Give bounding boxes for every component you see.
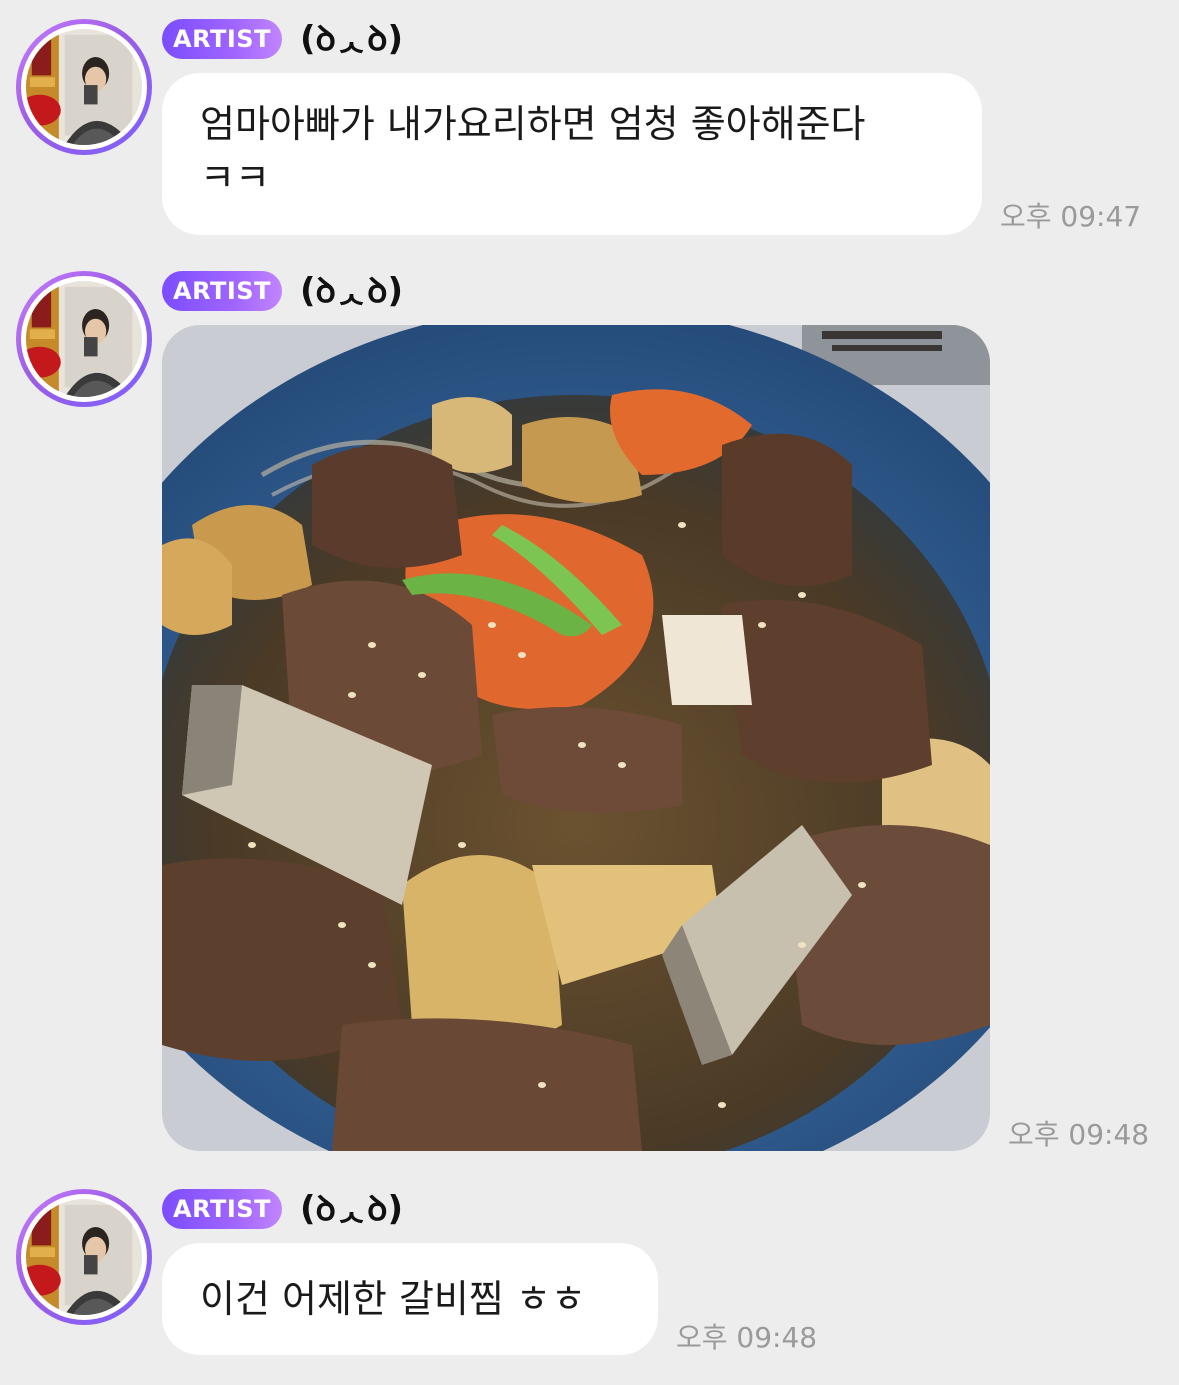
food-photo-message[interactable]	[162, 325, 990, 1151]
message-bubble[interactable]: 엄마아빠가 내가요리하면 엄청 좋아해준다 ㅋㅋ	[162, 73, 982, 235]
artist-badge: ARTIST	[162, 1189, 282, 1229]
sender-name: (ꝺᆺꝺ)	[300, 19, 404, 59]
message-text-line: ㅋㅋ	[200, 156, 270, 200]
artist-badge: ARTIST	[162, 271, 282, 311]
message-bubble[interactable]: 이건 어제한 갈비찜 ㅎㅎ	[162, 1243, 658, 1355]
artist-avatar[interactable]	[16, 19, 152, 155]
avatar-photo	[26, 1199, 142, 1315]
artist-avatar[interactable]	[16, 271, 152, 407]
artist-avatar[interactable]	[16, 1189, 152, 1325]
message-timestamp: 오후 09:47	[1000, 200, 1142, 233]
sender-name: (ꝺᆺꝺ)	[300, 1189, 404, 1229]
message-timestamp: 오후 09:48	[676, 1321, 818, 1354]
artist-badge: ARTIST	[162, 19, 282, 59]
avatar-photo	[26, 281, 142, 397]
message-text-line: 엄마아빠가 내가요리하면 엄청 좋아해준다	[200, 102, 866, 146]
sender-name: (ꝺᆺꝺ)	[300, 271, 404, 311]
galbi-jjim-photo	[162, 325, 990, 1151]
message-text: 이건 어제한 갈비찜 ㅎㅎ	[200, 1277, 586, 1321]
avatar-photo	[26, 29, 142, 145]
message-timestamp: 오후 09:48	[1008, 1118, 1150, 1151]
